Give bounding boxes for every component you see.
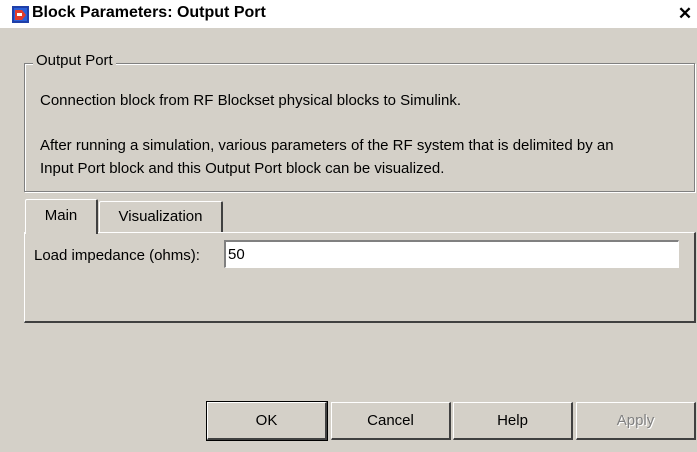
ok-button[interactable]: OK: [206, 401, 328, 441]
help-button[interactable]: Help: [453, 402, 573, 440]
load-impedance-label: Load impedance (ohms):: [34, 247, 200, 264]
group-legend: Output Port: [33, 52, 116, 69]
load-impedance-input[interactable]: [224, 240, 679, 268]
apply-button[interactable]: Apply: [576, 402, 696, 440]
window-title: Block Parameters: Output Port: [32, 4, 266, 21]
simulink-block-icon: [12, 6, 29, 23]
description-line-2: After running a simulation, various para…: [40, 137, 614, 154]
close-icon[interactable]: ✕: [676, 5, 694, 23]
title-bar[interactable]: Block Parameters: Output Port ✕: [0, 0, 697, 28]
description-line-1: Connection block from RF Blockset physic…: [40, 92, 461, 109]
tab-main[interactable]: Main: [25, 199, 98, 234]
tab-visualization[interactable]: Visualization: [99, 201, 223, 232]
cancel-button[interactable]: Cancel: [331, 402, 451, 440]
description-line-3: Input Port block and this Output Port bl…: [40, 160, 445, 177]
